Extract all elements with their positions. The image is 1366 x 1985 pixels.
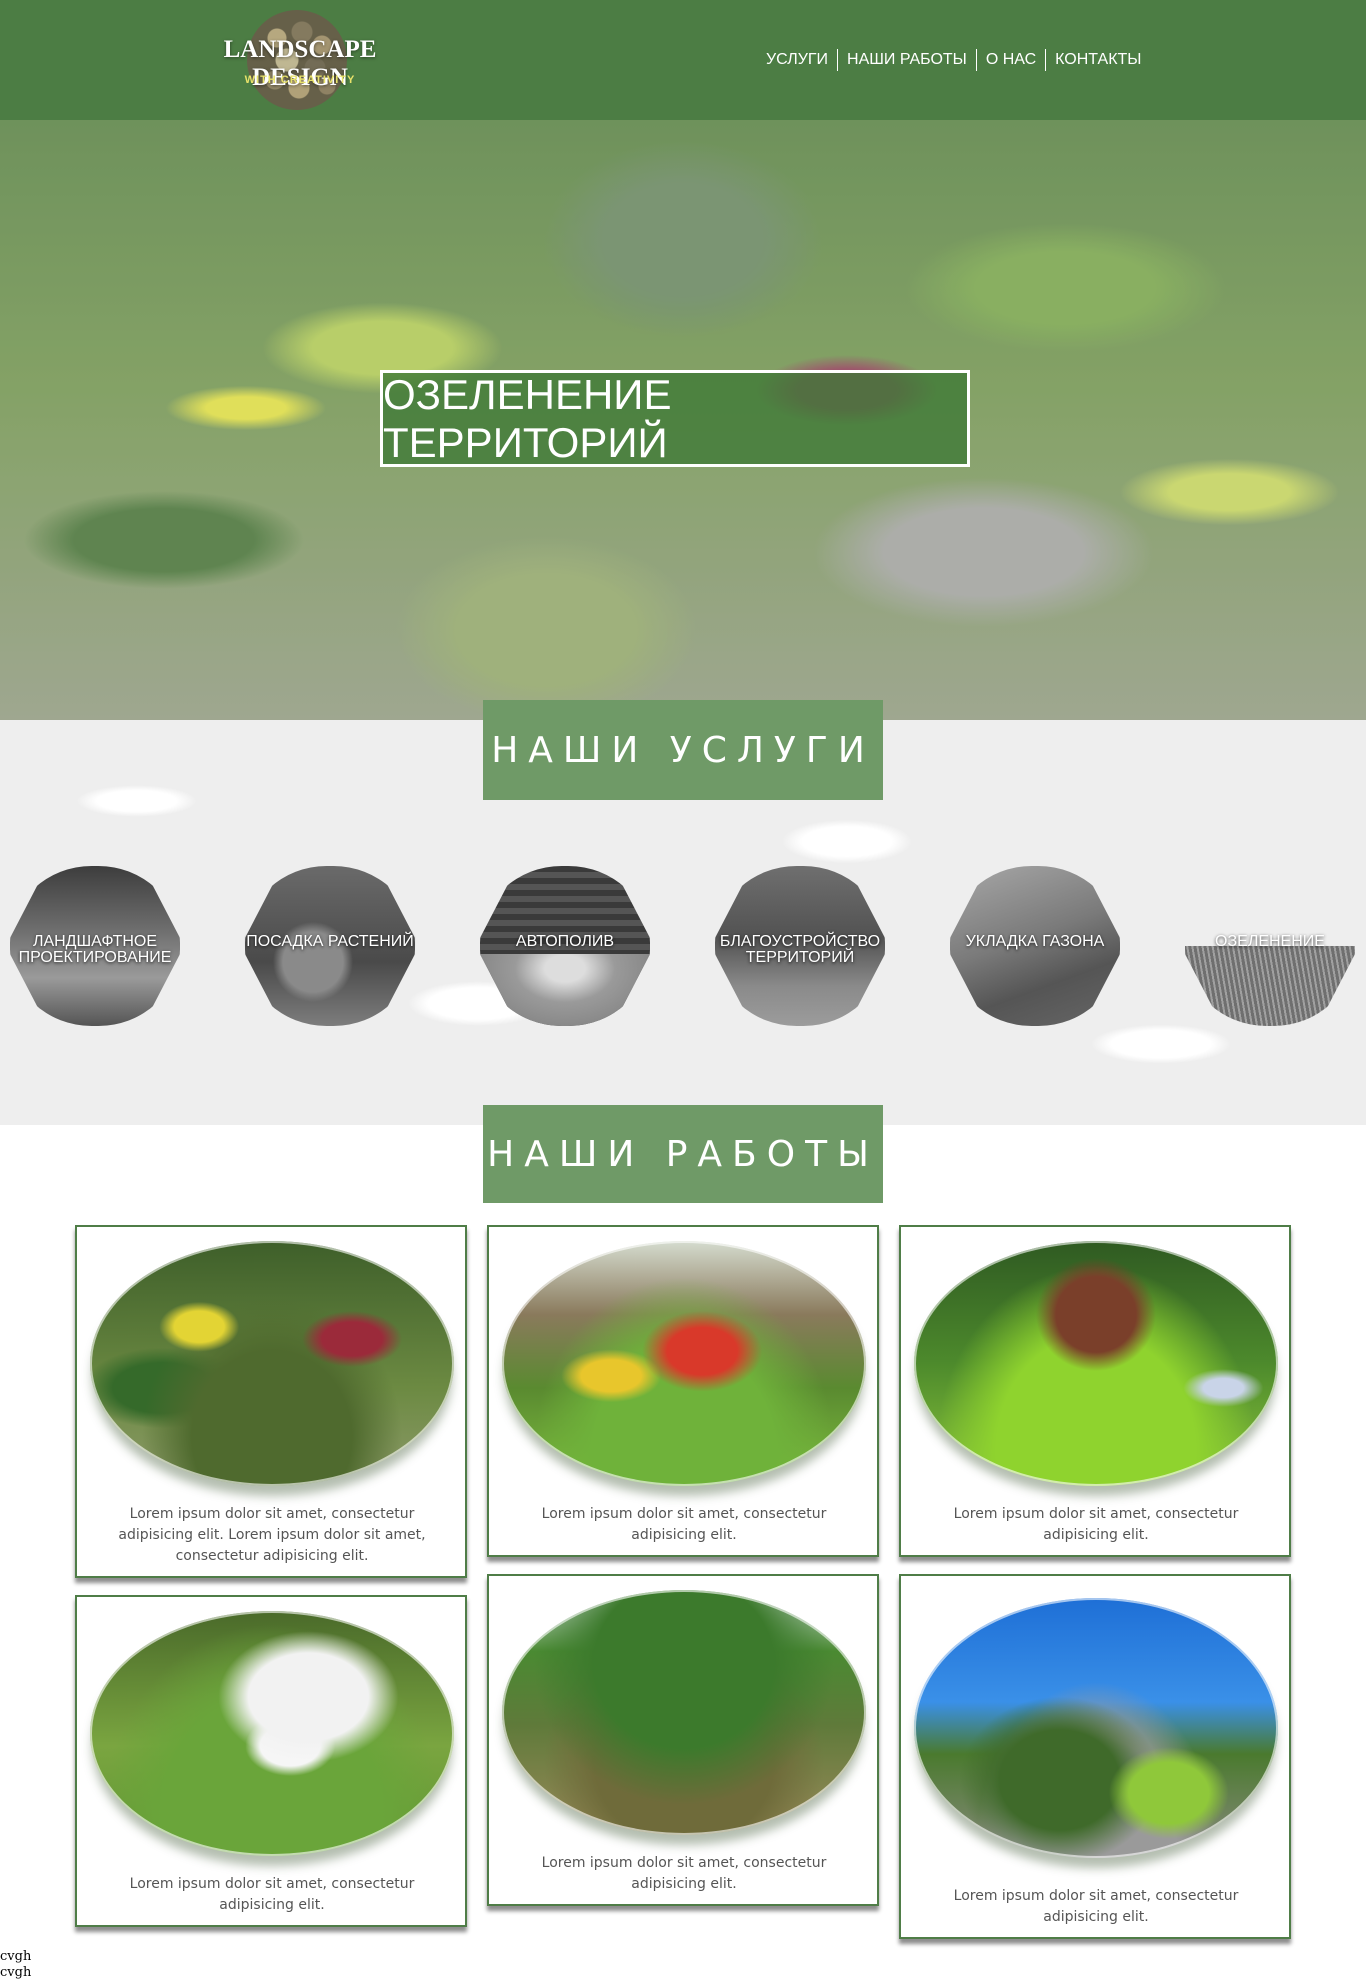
work-card[interactable]: Lorem ipsum dolor sit amet, consectetur … <box>899 1225 1291 1557</box>
work-card[interactable]: Lorem ipsum dolor sit amet, consectetur … <box>487 1225 879 1557</box>
hero-title: ОЗЕЛЕНЕНИЕ ТЕРРИТОРИЙ <box>383 370 672 466</box>
service-label: УКЛАДКА ГАЗОНА <box>965 933 1105 950</box>
work-image <box>914 1598 1278 1858</box>
footer-text-line: cvgh <box>0 1949 32 1964</box>
service-label: БЛАГОУСТРОЙСТВО ТЕРРИТОРИЙ <box>719 933 881 966</box>
service-planting[interactable]: ПОСАДКА РАСТЕНИЙ <box>245 866 415 1026</box>
work-description: Lorem ipsum dolor sit amet, consectetur … <box>953 1506 1239 1543</box>
work-image <box>90 1611 454 1856</box>
service-lawn-laying[interactable]: УКЛАДКА ГАЗОНА <box>950 866 1120 1026</box>
work-image <box>502 1590 866 1835</box>
work-description: Lorem ipsum dolor sit amet, consectetur … <box>118 1506 426 1564</box>
work-description: Lorem ipsum dolor sit amet, consectetur … <box>541 1855 827 1892</box>
service-label: ОЗЕЛЕНЕНИЕ <box>1215 933 1325 950</box>
work-image <box>502 1241 866 1486</box>
services-heading: НАШИ УСЛУГИ <box>483 700 883 800</box>
work-image <box>90 1241 454 1486</box>
service-irrigation[interactable]: АВТОПОЛИВ <box>480 866 650 1026</box>
service-label: ПОСАДКА РАСТЕНИЙ <box>246 933 414 950</box>
service-landscaping[interactable]: БЛАГОУСТРОЙСТВО ТЕРРИТОРИЙ <box>715 866 885 1026</box>
logo[interactable]: LANDSCAPE DESIGN WITH CREATIVITY <box>185 8 415 113</box>
work-card[interactable]: Lorem ipsum dolor sit amet, consectetur … <box>75 1225 467 1578</box>
hero-garden-image: ОЗЕЛЕНЕНИЕ ТЕРРИТОРИЙ <box>0 120 1366 720</box>
nav-item-contacts[interactable]: КОНТАКТЫ <box>1045 49 1150 71</box>
main-nav: УСЛУГИ НАШИ РАБОТЫ О НАС КОНТАКТЫ <box>757 48 1150 72</box>
work-description: Lorem ipsum dolor sit amet, consectetur … <box>953 1888 1239 1925</box>
site-header: LANDSCAPE DESIGN WITH CREATIVITY УСЛУГИ … <box>0 0 1366 120</box>
work-image <box>914 1241 1278 1486</box>
works-heading: НАШИ РАБОТЫ <box>483 1105 883 1203</box>
work-description: Lorem ipsum dolor sit amet, consectetur … <box>541 1506 827 1543</box>
nav-item-about[interactable]: О НАС <box>975 49 1045 71</box>
work-card[interactable]: Lorem ipsum dolor sit amet, consectetur … <box>487 1574 879 1906</box>
service-greening[interactable]: ОЗЕЛЕНЕНИЕ <box>1185 866 1355 1026</box>
nav-item-services[interactable]: УСЛУГИ <box>757 49 837 71</box>
service-label: ЛАНДШАФТНОЕ ПРОЕКТИРОВАНИЕ <box>18 933 172 966</box>
logo-subtitle: WITH CREATIVITY <box>244 74 356 86</box>
services-section: НАШИ УСЛУГИ ЛАНДШАФТНОЕ ПРОЕКТИРОВАНИЕ П… <box>0 700 1366 1125</box>
service-label: АВТОПОЛИВ <box>515 933 615 950</box>
work-card[interactable]: Lorem ipsum dolor sit amet, consectetur … <box>899 1574 1291 1939</box>
nav-item-our-works[interactable]: НАШИ РАБОТЫ <box>837 49 976 71</box>
service-landscape-design[interactable]: ЛАНДШАФТНОЕ ПРОЕКТИРОВАНИЕ <box>10 866 180 1026</box>
footer-text-line: cvgh <box>0 1965 32 1980</box>
work-card[interactable]: Lorem ipsum dolor sit amet, consectetur … <box>75 1595 467 1927</box>
hero-title-box: ОЗЕЛЕНЕНИЕ ТЕРРИТОРИЙ <box>380 370 970 467</box>
work-description: Lorem ipsum dolor sit amet, consectetur … <box>129 1876 415 1913</box>
